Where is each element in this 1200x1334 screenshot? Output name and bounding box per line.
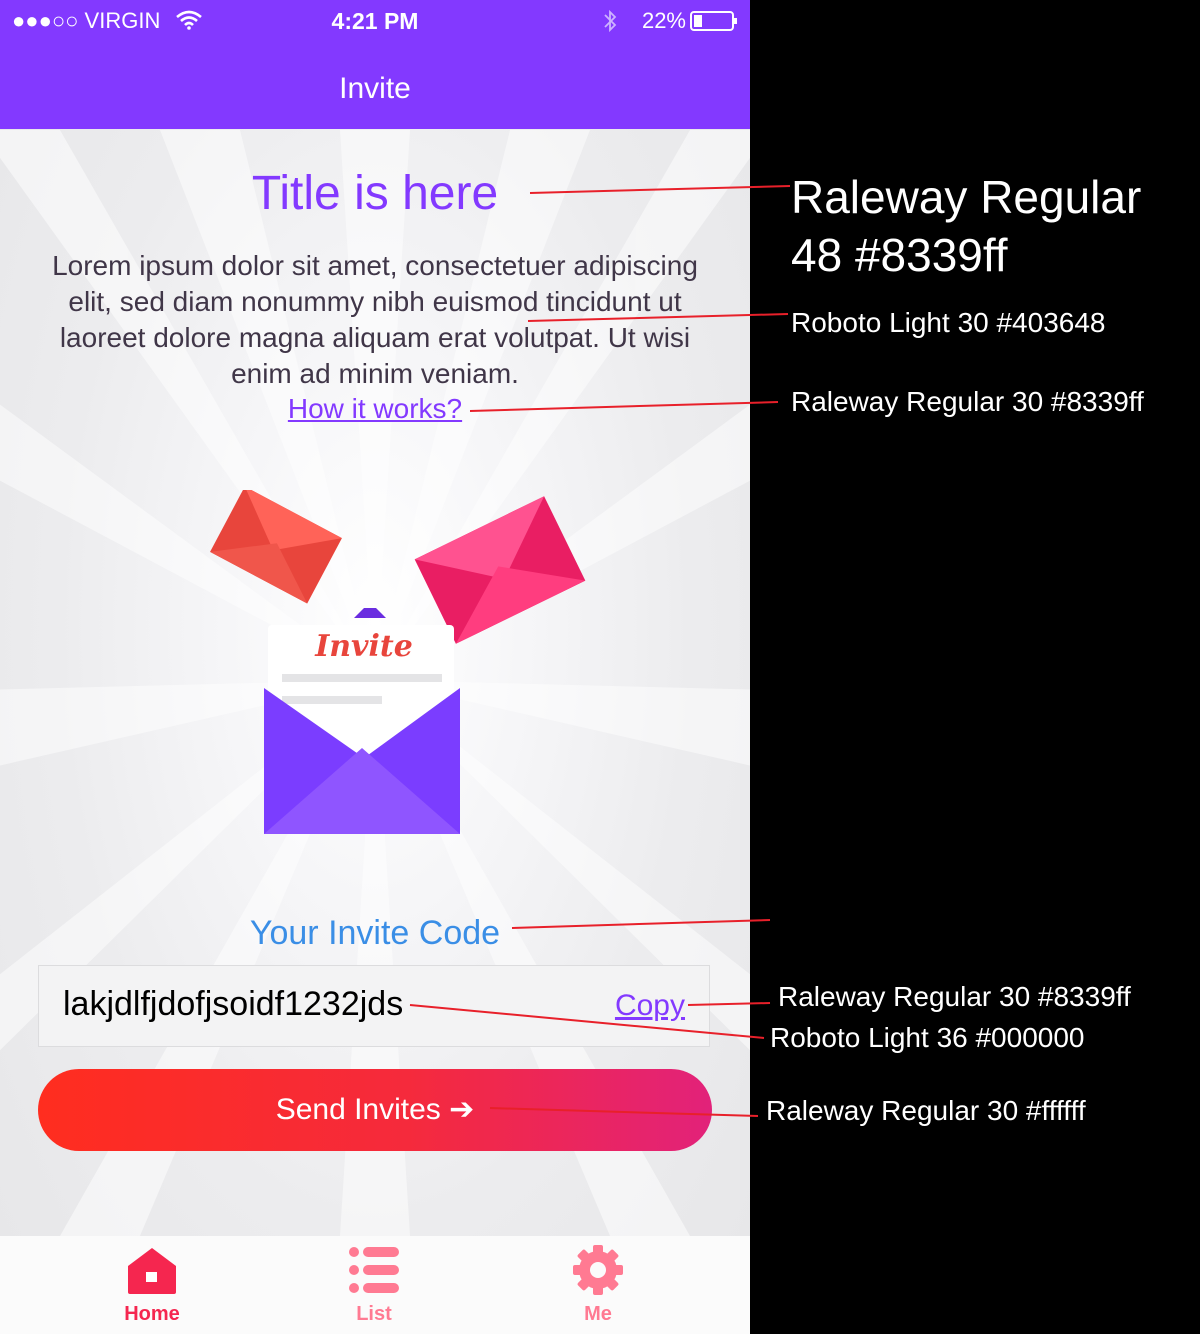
- invite-code-value: lakjdlfjdofjsoidf1232jds: [63, 985, 404, 1023]
- red-envelope: [210, 490, 342, 604]
- pink-envelope: [414, 496, 586, 644]
- tab-me-label: Me: [584, 1303, 612, 1325]
- tab-bar: Home List Me: [0, 1236, 750, 1334]
- phone-screen: ●●●○○ VIRGIN 4:21 PM 22% Invite Title is…: [0, 0, 750, 1334]
- annotation-button-spec: Raleway Regular 30 #ffffff: [766, 1095, 1086, 1126]
- send-invites-button[interactable]: Send Invites ➔: [38, 1069, 712, 1151]
- copy-link[interactable]: Copy: [615, 988, 685, 1024]
- home-icon: [128, 1248, 176, 1294]
- nav-title: Invite: [339, 72, 411, 105]
- how-it-works-link[interactable]: How it works?: [288, 393, 462, 424]
- description-text: Lorem ipsum dolor sit amet, consectetuer…: [52, 250, 698, 389]
- invite-code-label: Your Invite Code: [249, 914, 501, 952]
- battery-icon: [690, 11, 737, 31]
- annotation-title-size: 48 #8339ff: [791, 229, 1008, 281]
- annotation-copy-spec: Raleway Regular 30 #8339ff: [778, 981, 1131, 1012]
- page-title: Title is here: [251, 167, 499, 220]
- annotation-title-spec: Raleway Regular 48 #8339ff: [791, 168, 1141, 284]
- annotation-code-spec: Roboto Light 36 #000000: [770, 1022, 1085, 1053]
- gear-icon: [573, 1245, 623, 1295]
- bluetooth-icon: [604, 9, 617, 33]
- tab-list[interactable]: List: [249, 1236, 499, 1334]
- tab-list-label: List: [356, 1303, 392, 1325]
- tab-home[interactable]: Home: [27, 1236, 277, 1334]
- annotation-title-font: Raleway Regular: [791, 171, 1142, 223]
- tab-me[interactable]: Me: [473, 1236, 723, 1334]
- tab-home-label: Home: [124, 1303, 180, 1325]
- annotation-link-spec: Raleway Regular 30 #8339ff: [791, 386, 1144, 417]
- app-header: ●●●○○ VIRGIN 4:21 PM 22% Invite: [0, 0, 750, 129]
- list-icon: [349, 1247, 399, 1293]
- status-time: 4:21 PM: [331, 8, 419, 34]
- invite-illustration: Invite: [210, 490, 586, 834]
- how-it-works-row: How it works?: [0, 392, 750, 426]
- annotation-body-spec: Roboto Light 30 #403648: [791, 307, 1106, 338]
- battery-percent: 22%: [641, 8, 686, 33]
- invite-code-box: lakjdlfjdofjsoidf1232jds Copy: [38, 965, 710, 1047]
- invite-card-text: Invite: [314, 629, 413, 664]
